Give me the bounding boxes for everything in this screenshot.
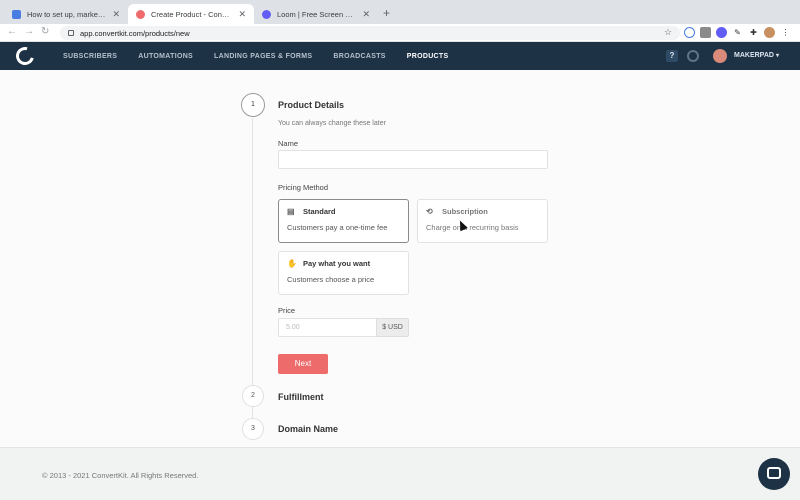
eyedropper-extension-icon[interactable]: ✎	[732, 27, 743, 38]
hand-coin-icon: ✋	[287, 259, 297, 268]
loom-extension-icon[interactable]	[716, 27, 727, 38]
tab-label: Loom | Free Screen & Video Re	[277, 9, 356, 19]
back-arrow-icon[interactable]: ←	[7, 26, 17, 37]
copyright-text: © 2013 - 2021 ConvertKit. All Rights Res…	[42, 471, 199, 480]
pricing-option-subscription[interactable]: ⟲ Subscription Charge on a recurring basi…	[417, 199, 548, 243]
pricing-option-pay-what-you-want[interactable]: ✋ Pay what you want Customers choose a pr…	[278, 251, 409, 295]
more-menu-icon[interactable]: ⋮	[780, 27, 791, 38]
loading-spinner-icon	[687, 50, 699, 62]
browser-toolbar: ← → ↻ app.convertkit.com/products/new ☆ …	[0, 24, 800, 42]
step-3-title: Domain Name	[278, 424, 339, 434]
steps-connector-line	[252, 118, 253, 430]
chevron-down-icon: ▾	[775, 53, 779, 59]
chat-support-button[interactable]	[758, 458, 790, 490]
address-bar[interactable]: app.convertkit.com/products/new ☆	[60, 26, 680, 40]
reload-icon[interactable]: ↻	[41, 26, 49, 37]
nav-subscribers[interactable]: SUBSCRIBERS	[63, 53, 117, 60]
tab-label: Create Product - ConvertKit	[151, 9, 233, 19]
price-input[interactable]: 5.00	[278, 318, 376, 337]
lock-icon	[68, 30, 74, 36]
next-button[interactable]: Next	[278, 354, 328, 374]
user-avatar[interactable]	[713, 49, 727, 63]
option-title: Subscription	[442, 207, 488, 216]
profile-avatar-icon[interactable]	[764, 27, 775, 38]
tab-label: How to set up, market and run	[27, 9, 107, 19]
repeat-icon: ⟲	[426, 207, 433, 216]
page-footer: © 2013 - 2021 ConvertKit. All Rights Res…	[0, 447, 800, 500]
convertkit-logo-icon[interactable]	[12, 43, 38, 69]
option-description: Charge on a recurring basis	[426, 223, 519, 232]
username-label: MAKERPAD	[734, 52, 774, 59]
name-input[interactable]	[278, 150, 548, 169]
convertkit-favicon-icon	[136, 9, 145, 19]
main-nav: SUBSCRIBERS AUTOMATIONS LANDING PAGES & …	[63, 42, 448, 70]
step-1-indicator: 1	[241, 93, 265, 117]
form-subtitle: You can always change these later	[278, 120, 386, 127]
browser-tab-2[interactable]: Create Product - ConvertKit ✕	[128, 4, 254, 24]
nav-broadcasts[interactable]: BROADCASTS	[333, 53, 385, 60]
nav-products[interactable]: PRODUCTS	[407, 53, 449, 60]
forward-arrow-icon[interactable]: →	[24, 26, 34, 37]
step-2-indicator: 2	[242, 385, 264, 407]
close-icon[interactable]: ✕	[362, 9, 370, 20]
document-icon: ▤	[287, 207, 295, 216]
price-label: Price	[278, 306, 296, 315]
help-button[interactable]: ?	[666, 50, 678, 62]
option-title: Pay what you want	[303, 259, 371, 268]
step-1-title: Product Details	[278, 100, 345, 110]
name-label: Name	[278, 139, 299, 148]
nav-landing-pages-forms[interactable]: LANDING PAGES & FORMS	[214, 53, 312, 60]
browser-tabstrip: How to set up, market and run ✕ Create P…	[0, 0, 800, 24]
browser-tab-3[interactable]: Loom | Free Screen & Video Re ✕	[254, 4, 378, 24]
url-text: app.convertkit.com/products/new	[80, 28, 190, 38]
app-navbar: SUBSCRIBERS AUTOMATIONS LANDING PAGES & …	[0, 42, 800, 70]
price-field: 5.00 $ USD	[278, 318, 409, 337]
user-menu[interactable]: MAKERPAD ▾	[734, 52, 779, 59]
loom-favicon-icon	[262, 9, 271, 19]
nav-automations[interactable]: AUTOMATIONS	[138, 53, 193, 60]
pricing-method-label: Pricing Method	[278, 183, 329, 192]
price-currency-addon: $ USD	[376, 318, 409, 337]
option-description: Customers choose a price	[287, 275, 375, 284]
browser-tab-1[interactable]: How to set up, market and run ✕	[4, 4, 128, 24]
docs-favicon-icon	[12, 9, 21, 19]
puzzle-extensions-icon[interactable]: ✚	[748, 27, 759, 38]
pricing-option-standard[interactable]: ▤ Standard Customers pay a one-time fee	[278, 199, 409, 243]
option-title: Standard	[303, 207, 336, 216]
extensions-bar: ✎ ✚ ⋮	[684, 27, 791, 38]
option-description: Customers pay a one-time fee	[287, 223, 388, 232]
camera-extension-icon[interactable]	[700, 27, 711, 38]
chat-bubble-icon	[767, 467, 781, 479]
close-icon[interactable]: ✕	[238, 9, 246, 20]
extension-1-icon[interactable]	[684, 27, 695, 38]
step-3-indicator: 3	[242, 418, 264, 440]
bookmark-star-icon[interactable]: ☆	[664, 27, 672, 38]
new-tab-button[interactable]: +	[383, 6, 390, 20]
step-2-title: Fulfillment	[278, 392, 324, 402]
close-icon[interactable]: ✕	[112, 9, 120, 20]
